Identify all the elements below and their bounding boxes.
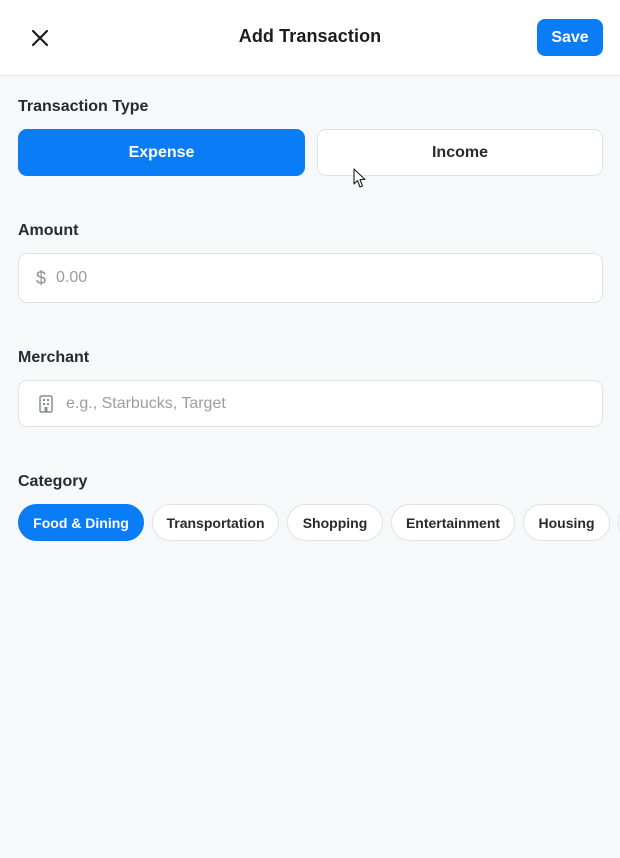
category-label: Category xyxy=(18,473,88,490)
income-toggle-button[interactable]: Income xyxy=(317,129,603,176)
category-chip-list: Food & Dining Transportation Shopping En… xyxy=(18,504,620,541)
page-title: Add Transaction xyxy=(238,26,382,46)
category-chip-entertainment[interactable]: Entertainment xyxy=(391,504,515,541)
amount-field: $ xyxy=(18,253,603,303)
merchant-label: Merchant xyxy=(18,349,90,366)
currency-symbol: $ xyxy=(36,267,47,288)
header-bar: Add Transaction Save xyxy=(0,0,620,76)
building-icon xyxy=(39,395,53,413)
amount-input[interactable] xyxy=(56,254,576,302)
merchant-field xyxy=(18,380,603,427)
transaction-type-label: Transaction Type xyxy=(18,98,149,115)
add-transaction-screen: Add Transaction Save Transaction Type Ex… xyxy=(0,0,620,858)
save-button[interactable]: Save xyxy=(537,19,603,56)
category-chip-transportation[interactable]: Transportation xyxy=(152,504,279,541)
category-chip-housing[interactable]: Housing xyxy=(523,504,610,541)
merchant-input[interactable] xyxy=(66,381,586,426)
expense-toggle-button[interactable]: Expense xyxy=(18,129,305,176)
category-chip-shopping[interactable]: Shopping xyxy=(287,504,383,541)
amount-label: Amount xyxy=(18,222,79,239)
category-chip-food-dining[interactable]: Food & Dining xyxy=(18,504,144,541)
